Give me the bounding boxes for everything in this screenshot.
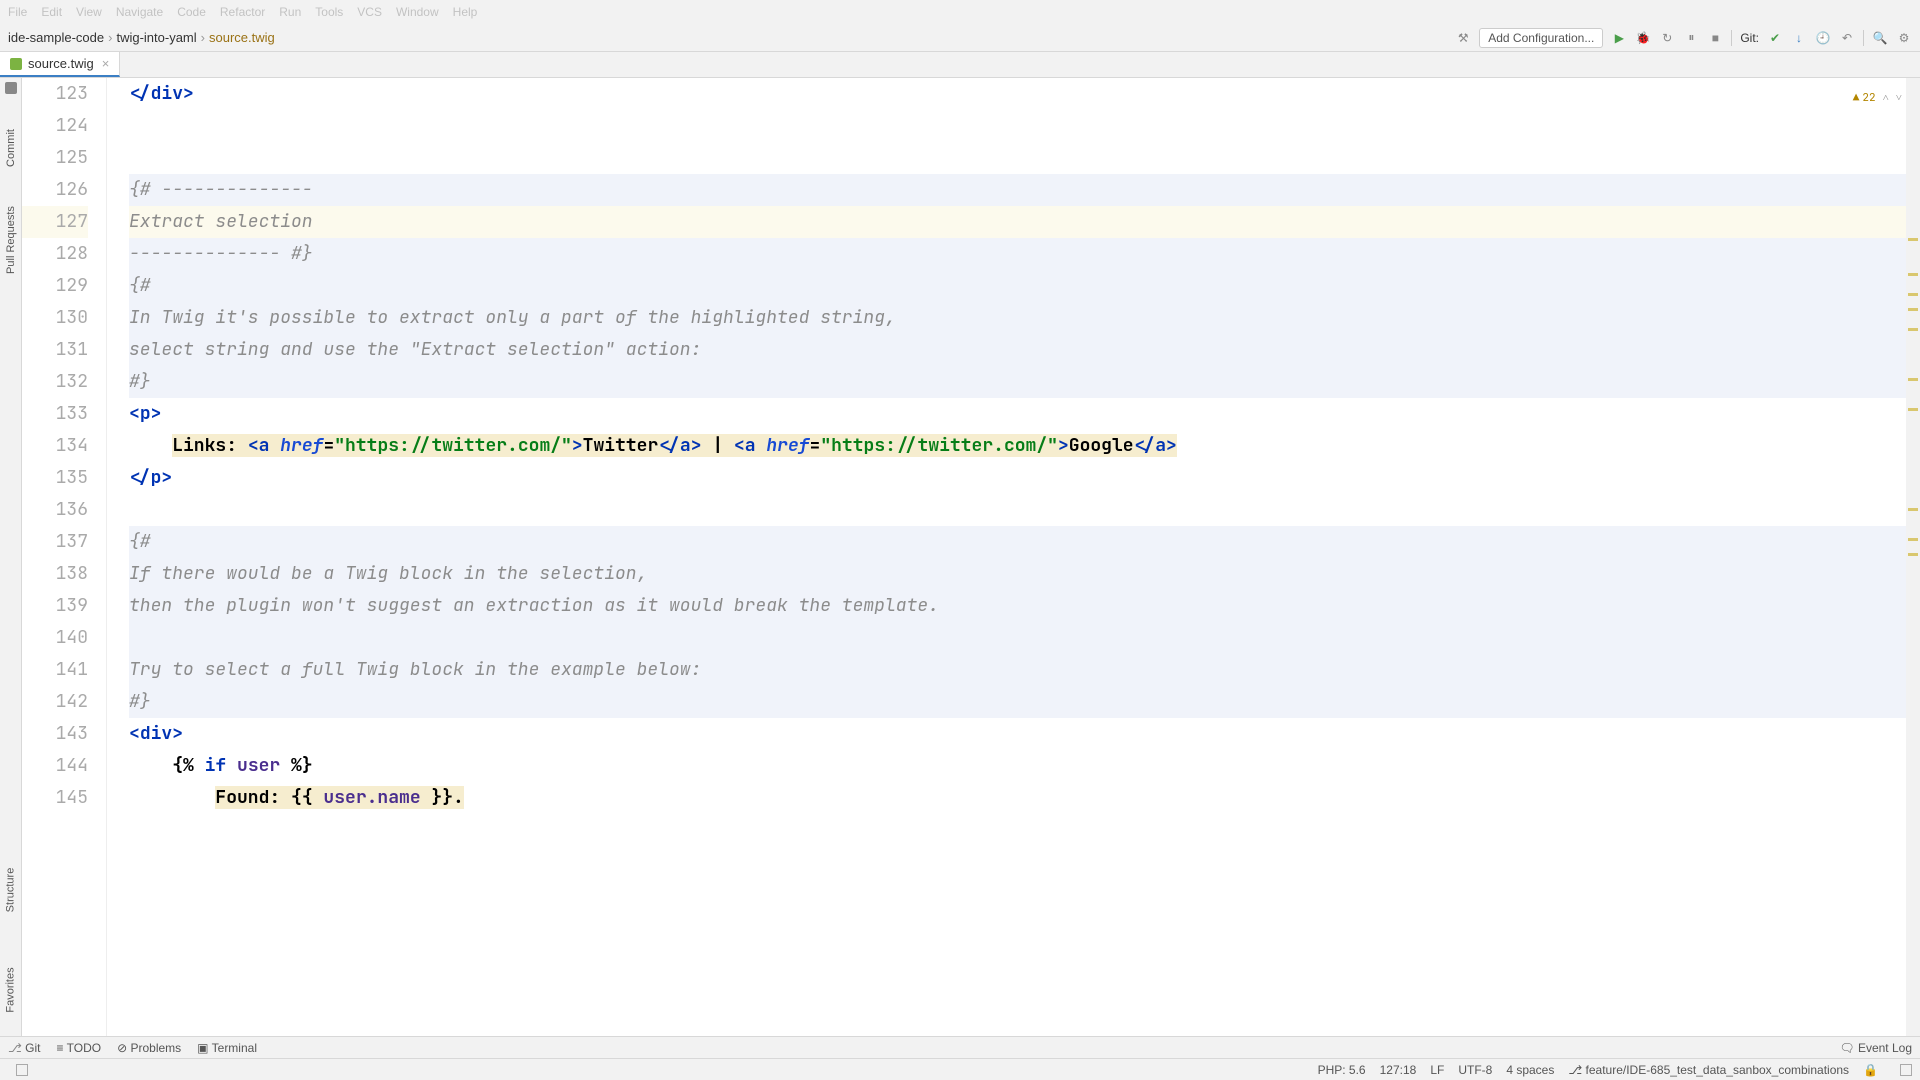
menu-tools[interactable]: Tools [315, 5, 343, 19]
project-tool-icon[interactable] [5, 82, 17, 94]
git-update-icon[interactable]: ↓ [1791, 30, 1807, 46]
up-icon[interactable]: ˄ [1883, 82, 1889, 114]
menu-help[interactable]: Help [453, 5, 478, 19]
error-stripe[interactable] [1906, 78, 1920, 1036]
status-php[interactable]: PHP: 5.6 [1318, 1063, 1366, 1077]
line-number-gutter: 1231241251261271281291301311321331341351… [22, 78, 107, 1036]
git-tool[interactable]: ⎇ Git [8, 1041, 41, 1055]
commit-tool[interactable]: Commit [5, 129, 17, 167]
build-icon[interactable]: ⚒ [1455, 30, 1471, 46]
inspection-badge[interactable]: ▲ 22 ˄ ˅ [1853, 82, 1902, 114]
menu-file[interactable]: File [8, 5, 27, 19]
stop-icon[interactable]: ■ [1707, 30, 1723, 46]
status-lock-icon[interactable]: 🔒 [1863, 1063, 1878, 1077]
debug-icon[interactable]: 🐞 [1635, 30, 1651, 46]
problems-tool[interactable]: ⊘ Problems [117, 1041, 181, 1055]
menu-refactor[interactable]: Refactor [220, 5, 265, 19]
profile-icon[interactable]: ⏸ [1683, 30, 1699, 46]
add-configuration-button[interactable]: Add Configuration... [1479, 28, 1603, 48]
settings-icon[interactable]: ⚙ [1896, 30, 1912, 46]
status-indent[interactable]: 4 spaces [1506, 1063, 1554, 1077]
event-log-tool[interactable]: 🗨 Event Log [1839, 1041, 1912, 1055]
pull-requests-tool[interactable]: Pull Requests [5, 206, 17, 274]
status-tool-icon[interactable] [16, 1064, 28, 1076]
breadcrumb: ide-sample-code › twig-into-yaml › sourc… [8, 30, 275, 45]
status-caret-pos[interactable]: 127:18 [1380, 1063, 1417, 1077]
twig-file-icon [10, 58, 22, 70]
warning-icon: ▲ [1853, 82, 1860, 114]
breadcrumb-root[interactable]: ide-sample-code [8, 30, 104, 45]
tab-source-twig[interactable]: source.twig × [0, 52, 120, 77]
run-icon[interactable]: ▶ [1611, 30, 1627, 46]
git-history-icon[interactable]: 🕘 [1815, 30, 1831, 46]
menu-view[interactable]: View [76, 5, 102, 19]
structure-tool[interactable]: Structure [5, 868, 17, 913]
status-encoding[interactable]: UTF-8 [1458, 1063, 1492, 1077]
code-area[interactable]: </div> {# --------------Extract selectio… [125, 78, 1920, 1036]
git-rollback-icon[interactable]: ↶ [1839, 30, 1855, 46]
tool-window-bar: ⎇ Git ≡ TODO ⊘ Problems ▣ Terminal 🗨 Eve… [0, 1036, 1920, 1058]
tab-label: source.twig [28, 56, 94, 71]
search-icon[interactable]: 🔍 [1872, 30, 1888, 46]
fold-column [107, 78, 125, 1036]
terminal-tool[interactable]: ▣ Terminal [197, 1041, 257, 1055]
git-label: Git: [1740, 31, 1759, 45]
chevron-right-icon: › [108, 30, 112, 45]
status-branch[interactable]: ⎇ feature/IDE-685_test_data_sanbox_combi… [1568, 1063, 1849, 1077]
down-icon[interactable]: ˅ [1896, 82, 1902, 114]
menu-code[interactable]: Code [177, 5, 206, 19]
coverage-icon[interactable]: ↻ [1659, 30, 1675, 46]
menu-run[interactable]: Run [279, 5, 301, 19]
status-line-ending[interactable]: LF [1430, 1063, 1444, 1077]
left-tool-strip: Commit Pull Requests Structure Favorites [0, 78, 22, 1036]
todo-tool[interactable]: ≡ TODO [57, 1041, 102, 1055]
status-memory-icon[interactable] [1900, 1064, 1912, 1076]
menu-bar: File Edit View Navigate Code Refactor Ru… [0, 0, 1920, 24]
favorites-tool[interactable]: Favorites [5, 967, 17, 1012]
menu-navigate[interactable]: Navigate [116, 5, 163, 19]
breadcrumb-folder[interactable]: twig-into-yaml [116, 30, 196, 45]
code-editor[interactable]: 1231241251261271281291301311321331341351… [22, 78, 1920, 1036]
nav-bar: ide-sample-code › twig-into-yaml › sourc… [0, 24, 1920, 52]
menu-edit[interactable]: Edit [41, 5, 62, 19]
warning-count: 22 [1862, 82, 1875, 114]
status-bar: PHP: 5.6 127:18 LF UTF-8 4 spaces ⎇ feat… [0, 1058, 1920, 1080]
editor-tabs: source.twig × [0, 52, 1920, 78]
menu-window[interactable]: Window [396, 5, 439, 19]
chevron-right-icon: › [201, 30, 205, 45]
git-commit-icon[interactable]: ✔ [1767, 30, 1783, 46]
breadcrumb-file[interactable]: source.twig [209, 30, 275, 45]
menu-vcs[interactable]: VCS [357, 5, 382, 19]
close-icon[interactable]: × [102, 56, 110, 71]
